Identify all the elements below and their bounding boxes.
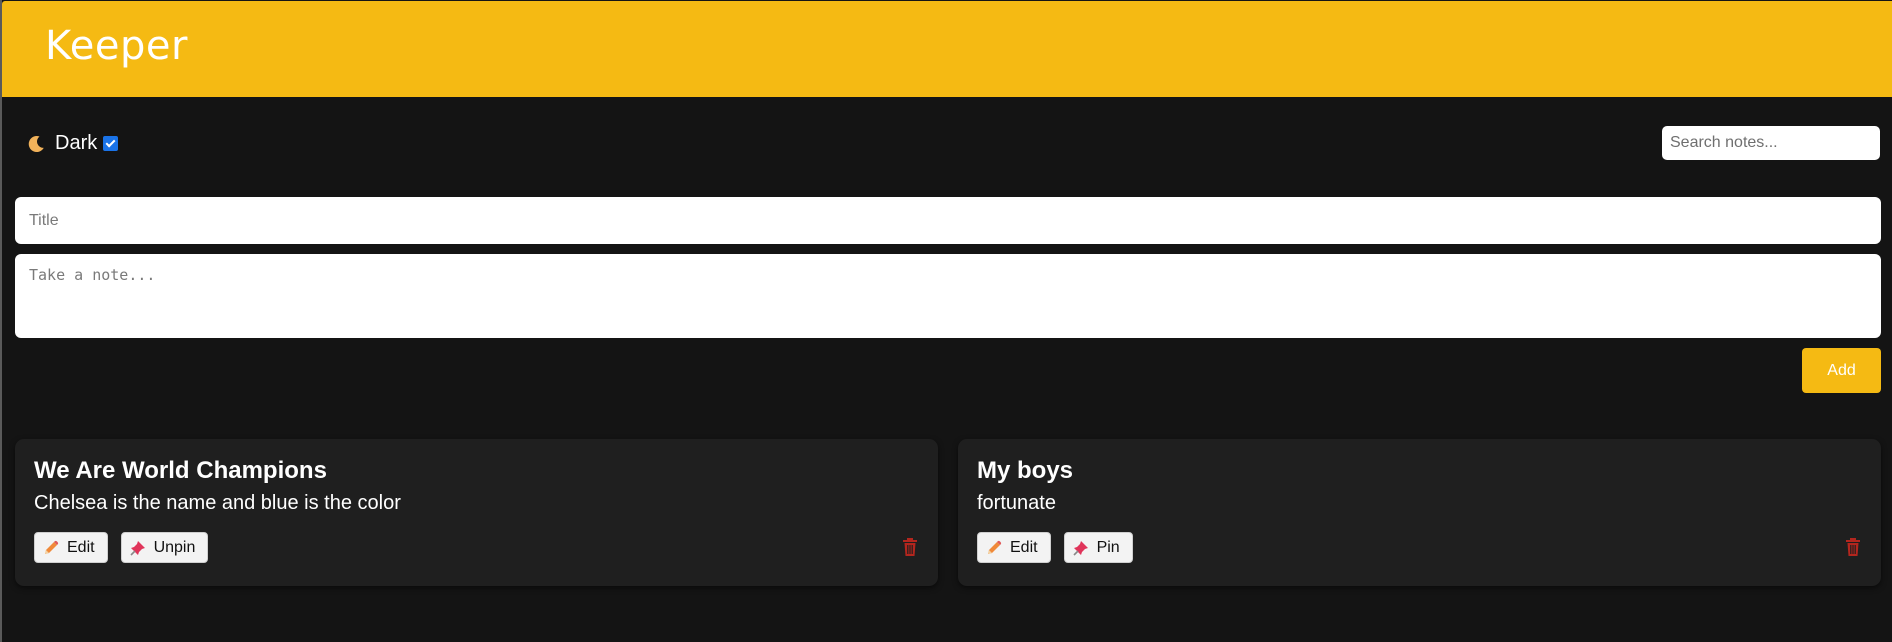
pencil-icon (988, 540, 1002, 554)
toolbar: Dark (0, 98, 1892, 190)
add-note-button[interactable]: Add (1802, 348, 1881, 393)
app: Keeper Dark Add We Are World Champions C… (0, 0, 1892, 642)
note-actions: Edit Unpin (34, 532, 221, 563)
app-header: Keeper (2, 1, 1892, 97)
pin-label: Unpin (153, 538, 196, 556)
notes-grid: We Are World Champions Chelsea is the na… (15, 439, 1881, 586)
pushpin-icon (1073, 540, 1088, 556)
moon-icon (28, 135, 44, 152)
unpin-button[interactable]: Unpin (120, 532, 209, 563)
pushpin-icon (130, 540, 145, 556)
note-body-input[interactable] (15, 254, 1881, 338)
note-title: We Are World Champions (34, 457, 327, 484)
edit-button[interactable]: Edit (977, 532, 1051, 563)
edit-label: Edit (1010, 538, 1038, 556)
pin-label: Pin (1096, 538, 1120, 556)
note-title: My boys (977, 457, 1074, 484)
search-input[interactable] (1662, 126, 1880, 160)
trash-icon[interactable] (902, 537, 918, 557)
note-card: We Are World Champions Chelsea is the na… (15, 439, 938, 586)
note-body: fortunate (977, 492, 1056, 514)
note-card: My boys fortunate Edit Pin (958, 439, 1881, 586)
note-actions: Edit Pin (977, 532, 1146, 563)
theme-label: Dark (55, 132, 98, 154)
dark-mode-checkbox[interactable] (103, 136, 119, 151)
app-title: Keeper (45, 23, 188, 69)
theme-toggle[interactable]: Dark (26, 132, 119, 155)
note-body: Chelsea is the name and blue is the colo… (34, 492, 401, 514)
edit-label: Edit (67, 538, 95, 556)
trash-icon[interactable] (1845, 537, 1861, 557)
edit-button[interactable]: Edit (34, 532, 108, 563)
note-title-input[interactable] (15, 197, 1881, 244)
pencil-icon (45, 540, 59, 554)
pin-button[interactable]: Pin (1063, 532, 1133, 563)
